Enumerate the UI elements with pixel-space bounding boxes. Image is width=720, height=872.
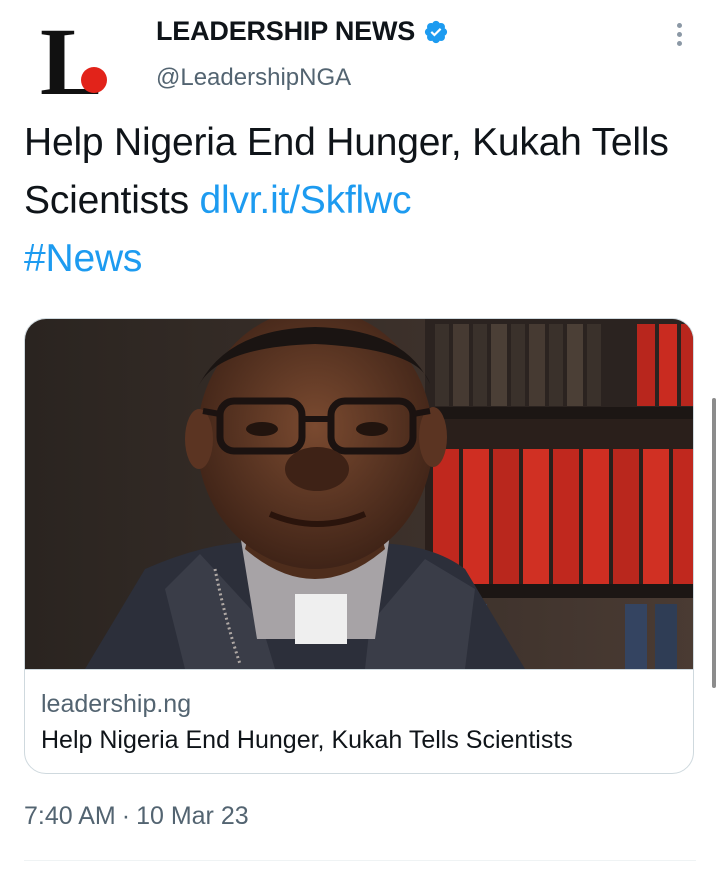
tweet-text: Help Nigeria End Hunger, Kukah Tells Sci… <box>24 114 696 288</box>
account-name-row[interactable]: LEADERSHIP NEWS <box>156 16 449 47</box>
divider <box>24 860 696 861</box>
card-title: Help Nigeria End Hunger, Kukah Tells Sci… <box>41 726 573 754</box>
tweet-date[interactable]: 10 Mar 23 <box>136 802 249 830</box>
meta-separator: · <box>121 802 131 830</box>
card-domain: leadership.ng <box>41 690 192 718</box>
tweet-timestamp[interactable]: 7:40 AM · 10 Mar 23 <box>24 802 249 831</box>
verified-badge-icon <box>423 19 449 45</box>
account-handle[interactable]: @LeadershipNGA <box>156 64 351 92</box>
avatar[interactable]: L <box>38 12 128 102</box>
card-meta[interactable]: leadership.ng Help Nigeria End Hunger, K… <box>25 669 693 773</box>
account-name[interactable]: LEADERSHIP NEWS <box>156 16 415 47</box>
link-preview-card[interactable]: leadership.ng Help Nigeria End Hunger, K… <box>24 318 694 774</box>
tweet-header: L LEADERSHIP NEWS @LeadershipNGA <box>0 0 720 110</box>
scrollbar[interactable] <box>712 398 716 688</box>
tweet-time[interactable]: 7:40 AM <box>24 802 116 830</box>
more-options-icon[interactable] <box>664 18 694 50</box>
tweet-link[interactable]: dlvr.it/Skflwc <box>200 179 412 222</box>
tweet-hashtag[interactable]: #News <box>24 237 142 280</box>
avatar-logo-dot <box>81 67 107 93</box>
card-image[interactable] <box>25 319 693 669</box>
